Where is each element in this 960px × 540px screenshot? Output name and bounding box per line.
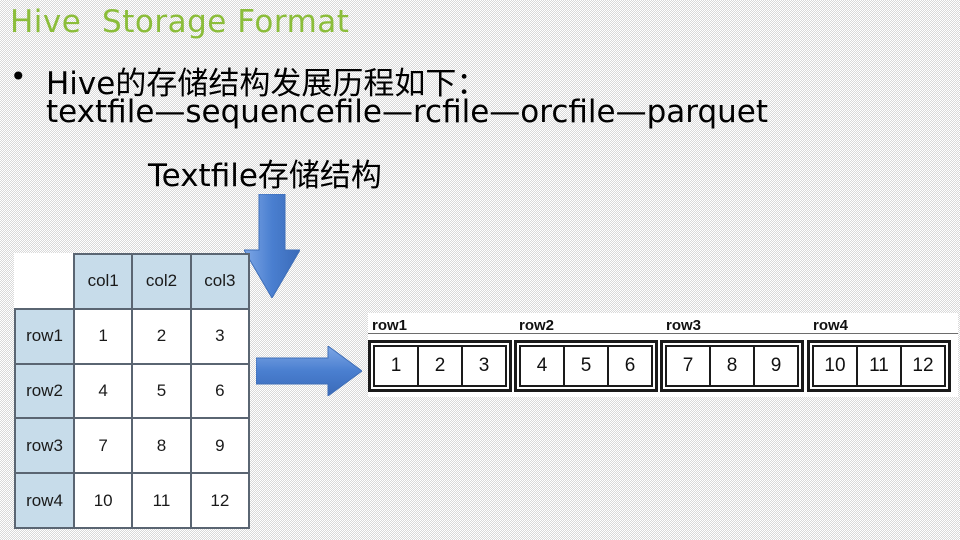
table-row: row3 7 8 9: [14, 417, 251, 475]
column-header: col2: [131, 253, 192, 310]
storage-row-group: 7 8 9: [660, 340, 804, 392]
table-cell: 1: [72, 307, 134, 365]
layout-divider: [368, 333, 958, 334]
table-row: row4 10 11 12: [14, 472, 251, 529]
bullet-text-line2: textfile—sequencefile—rcfile—orcfile—par…: [46, 94, 769, 130]
storage-cell: 1: [373, 345, 419, 387]
storage-cell: 11: [856, 345, 902, 387]
table-cell: 8: [131, 417, 192, 475]
storage-row-group: 1 2 3: [368, 340, 512, 392]
storage-cell: 9: [753, 345, 799, 387]
storage-cell: 12: [900, 345, 946, 387]
storage-cell: 3: [461, 345, 507, 387]
storage-row-label: row2: [519, 317, 555, 334]
column-header: col1: [72, 253, 134, 310]
bullet-marker: •: [10, 60, 27, 93]
storage-cell: 2: [417, 345, 463, 387]
storage-cell: 6: [607, 345, 653, 387]
storage-row-group: 4 5 6: [514, 340, 658, 392]
table-header-row: col1 col2 col3: [15, 253, 251, 310]
storage-cell: 10: [812, 345, 858, 387]
arrow-down-icon: [244, 194, 300, 298]
storage-row-group: 10 11 12: [807, 340, 951, 392]
row-column-grid: col1 col2 col3 row1 1 2 3 row2 4 5 6 row…: [14, 253, 251, 529]
table-row: row2 4 5 6: [14, 362, 251, 420]
row-header: row3: [14, 417, 75, 475]
table-cell: 7: [72, 417, 134, 475]
storage-row-label: row4: [813, 317, 849, 334]
table-cell: 10: [72, 472, 134, 529]
table-cell: 3: [189, 307, 251, 365]
textfile-linear-layout: row1 1 2 3 row2 4 5 6 row3 7 8 9 row4 10…: [368, 313, 958, 397]
storage-cell: 4: [519, 345, 565, 387]
table-corner: [15, 254, 75, 310]
table-cell: 11: [131, 472, 192, 529]
storage-row-label: row3: [666, 317, 702, 334]
column-header: col3: [189, 253, 251, 310]
table-cell: 12: [189, 472, 251, 529]
table-cell: 5: [131, 362, 192, 420]
row-header: row2: [14, 362, 75, 420]
storage-cell: 8: [709, 345, 755, 387]
table-row: row1 1 2 3: [14, 307, 251, 365]
arrow-right-icon: [256, 346, 362, 396]
row-header: row1: [14, 307, 75, 365]
storage-row-label: row1: [372, 317, 408, 334]
table-cell: 2: [131, 307, 192, 365]
table-cell: 9: [189, 417, 251, 475]
table-cell: 4: [72, 362, 134, 420]
textfile-caption: Textfile存储结构: [148, 158, 382, 194]
table-cell: 6: [189, 362, 251, 420]
storage-cell: 5: [563, 345, 609, 387]
storage-cell: 7: [665, 345, 711, 387]
row-column-table: col1 col2 col3 row1 1 2 3 row2 4 5 6 row…: [14, 253, 251, 529]
slide-title: Hive Storage Format: [10, 4, 350, 40]
row-header: row4: [14, 472, 75, 529]
